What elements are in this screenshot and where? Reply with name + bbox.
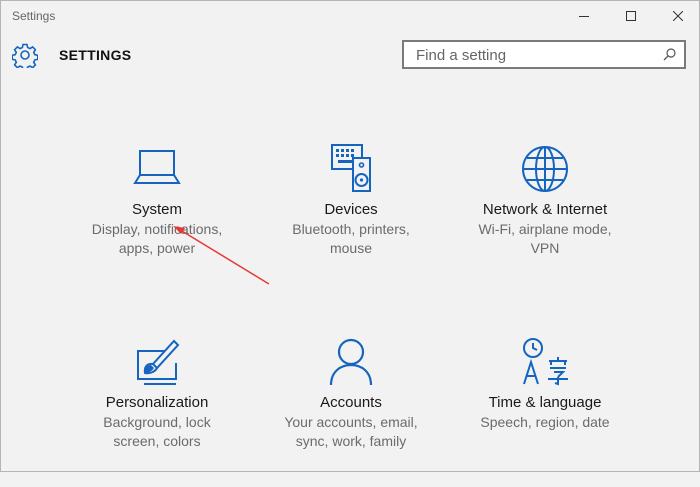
- tile-time-language[interactable]: Time & language Speech, region, date: [450, 337, 640, 487]
- window-title: Settings: [12, 9, 56, 23]
- tile-accounts[interactable]: Accounts Your accounts, email, sync, wor…: [256, 337, 446, 487]
- tile-description: Wi-Fi, airplane mode, VPN: [455, 220, 635, 258]
- tile-title: Accounts: [320, 394, 382, 411]
- globe-icon: [450, 144, 640, 194]
- tile-description-line: Wi-Fi, airplane mode,: [478, 221, 612, 237]
- tile-system[interactable]: System Display, notifications, apps, pow…: [62, 144, 252, 294]
- search-icon[interactable]: [663, 48, 676, 61]
- minimize-button[interactable]: [561, 1, 607, 33]
- close-icon: [673, 11, 683, 21]
- tile-description-line: sync, work, family: [295, 433, 407, 449]
- person-icon: [256, 337, 446, 387]
- tile-title: Network & Internet: [482, 201, 608, 218]
- laptop-icon: [62, 144, 252, 194]
- tile-description-line: Background, lock: [103, 414, 211, 430]
- tile-title: System: [131, 201, 182, 218]
- search-box[interactable]: [402, 40, 686, 69]
- tile-description-line: mouse: [329, 240, 373, 256]
- tile-title: Personalization: [105, 394, 209, 411]
- gear-icon: [12, 43, 38, 68]
- time-language-icon: [450, 337, 640, 387]
- devices-icon: [256, 144, 446, 194]
- tile-description: Bluetooth, printers, mouse: [261, 220, 441, 258]
- tile-title: Time & language: [488, 394, 602, 411]
- tile-description-line: screen, colors: [113, 433, 201, 449]
- settings-header: SETTINGS: [1, 35, 699, 79]
- page-title: SETTINGS: [59, 47, 132, 63]
- tile-title: Devices: [324, 201, 378, 218]
- tile-network-internet[interactable]: Network & Internet Wi-Fi, airplane mode,…: [450, 144, 640, 294]
- tile-devices[interactable]: Devices Bluetooth, printers, mouse: [256, 144, 446, 294]
- tile-personalization[interactable]: Personalization Background, lock screen,…: [62, 337, 252, 487]
- search-input[interactable]: [414, 44, 658, 67]
- tile-description-line: VPN: [530, 240, 560, 256]
- tile-description-line: Your accounts, email,: [284, 414, 418, 430]
- maximize-icon: [626, 11, 636, 21]
- title-bar: Settings: [1, 1, 699, 33]
- minimize-icon: [579, 16, 589, 17]
- settings-window: Settings SETTINGS Find a setting System …: [0, 0, 700, 472]
- tile-description-line: Bluetooth, printers,: [292, 221, 410, 237]
- paint-brush-icon: [62, 337, 252, 387]
- tile-description: Background, lock screen, colors: [67, 413, 247, 451]
- tile-description-line: apps, power: [118, 240, 196, 256]
- tile-description: Your accounts, email, sync, work, family: [261, 413, 441, 451]
- tile-description: Display, notifications, apps, power: [67, 220, 247, 258]
- tile-description: Speech, region, date: [455, 413, 635, 432]
- tile-description-line: Display, notifications,: [91, 221, 223, 237]
- maximize-button[interactable]: [608, 1, 654, 33]
- close-button[interactable]: [655, 1, 700, 33]
- tile-description-line: Speech, region, date: [480, 414, 610, 430]
